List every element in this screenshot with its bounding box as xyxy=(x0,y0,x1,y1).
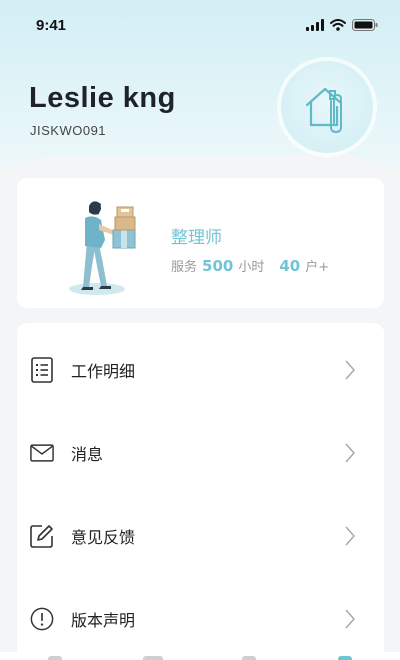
role-title: 整理师 xyxy=(171,228,222,248)
tab-orders[interactable] xyxy=(143,656,163,660)
menu-item-version[interactable]: 版本声明 xyxy=(17,589,384,649)
edit-icon xyxy=(30,523,54,549)
households-value: 40 xyxy=(279,257,301,275)
wifi-icon xyxy=(330,19,346,31)
chevron-right-icon xyxy=(345,609,356,629)
service-label: 服务 xyxy=(171,260,198,275)
chevron-right-icon xyxy=(345,526,356,546)
status-time: 9:41 xyxy=(36,16,67,34)
tab-messages[interactable] xyxy=(242,656,256,660)
service-stats: 服务 500 小时 40 户+ xyxy=(171,256,329,275)
tab-profile[interactable] xyxy=(338,656,352,660)
role-card: 整理师 服务 500 小时 40 户+ xyxy=(17,178,384,308)
battery-icon xyxy=(352,19,378,31)
user-name: Leslie kng xyxy=(29,82,176,114)
person-carrying-boxes-illustration xyxy=(69,201,136,295)
info-icon xyxy=(30,606,54,632)
chevron-right-icon xyxy=(345,443,356,463)
signal-icon xyxy=(306,19,324,31)
tab-home[interactable] xyxy=(48,656,62,660)
menu-item-label: 意见反馈 xyxy=(71,528,136,547)
menu-item-label: 版本声明 xyxy=(71,611,136,630)
households-unit: 户+ xyxy=(305,260,330,275)
envelope-icon xyxy=(30,440,54,466)
hours-unit: 小时 xyxy=(238,260,265,275)
menu-item-label: 工作明细 xyxy=(71,362,136,381)
menu-item-messages[interactable]: 消息 xyxy=(17,423,384,483)
tab-bar xyxy=(0,652,400,660)
list-icon xyxy=(30,357,54,383)
user-id: JISKWO091 xyxy=(30,123,107,138)
menu-item-feedback[interactable]: 意见反馈 xyxy=(17,506,384,566)
menu-item-label: 消息 xyxy=(71,445,104,464)
hours-value: 500 xyxy=(202,257,234,275)
house-clip-icon xyxy=(305,87,343,134)
menu-card: 工作明细 消息 意见反馈 版本声明 xyxy=(17,323,384,660)
chevron-right-icon xyxy=(345,360,356,380)
avatar[interactable] xyxy=(281,61,373,153)
menu-item-work-details[interactable]: 工作明细 xyxy=(17,340,384,400)
status-bar: 9:41 xyxy=(0,0,400,50)
status-icons xyxy=(306,19,378,31)
